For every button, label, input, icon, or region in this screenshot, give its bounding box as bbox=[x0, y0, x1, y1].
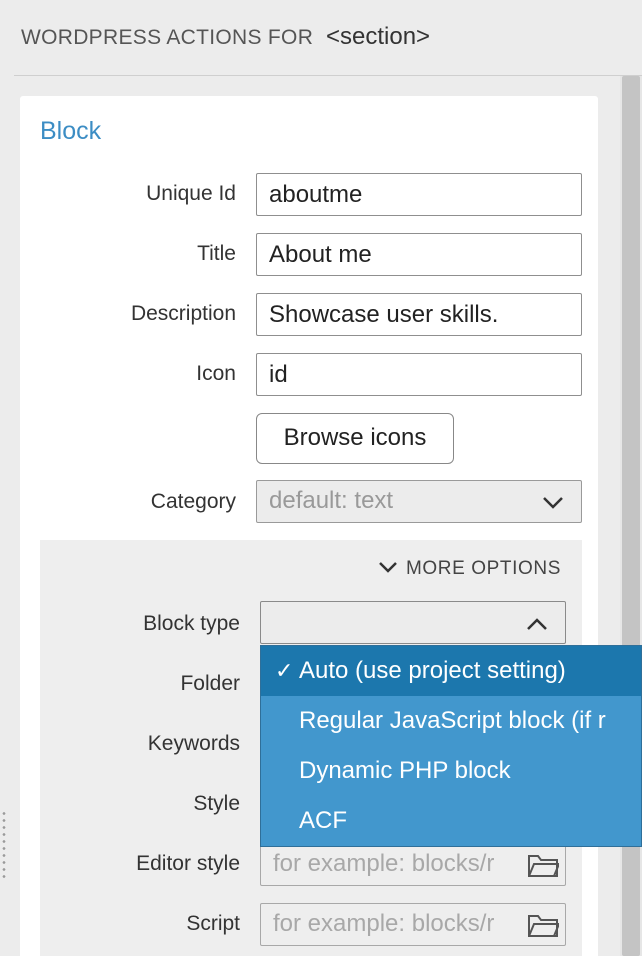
category-select-value: default: text bbox=[269, 487, 394, 514]
resize-grip-icon[interactable] bbox=[2, 810, 6, 880]
icon-label: Icon bbox=[196, 362, 236, 385]
script-label: Script bbox=[186, 912, 240, 935]
folder-icon[interactable] bbox=[527, 852, 559, 878]
category-label: Category bbox=[150, 490, 236, 513]
header-label: WORDPRESS ACTIONS FOR bbox=[21, 26, 314, 49]
header-element-name: <section> bbox=[326, 23, 431, 50]
menu-item-label: Dynamic PHP block bbox=[299, 757, 511, 784]
header-divider bbox=[14, 75, 642, 76]
more-options-label: MORE OPTIONS bbox=[406, 558, 561, 579]
category-select[interactable]: default: text bbox=[256, 480, 582, 523]
icon-input[interactable]: id bbox=[256, 353, 582, 396]
folder-label: Folder bbox=[180, 672, 240, 695]
block-type-option-auto[interactable]: ✓ Auto (use project setting) bbox=[261, 646, 641, 696]
block-type-select[interactable] bbox=[260, 601, 566, 644]
panel-header: WORDPRESS ACTIONS FOR <section> bbox=[0, 0, 642, 76]
wordpress-actions-panel: WORDPRESS ACTIONS FOR <section> Block Un… bbox=[0, 0, 642, 956]
unique-id-label: Unique Id bbox=[146, 182, 236, 205]
block-type-menu: ✓ Auto (use project setting) Regular Jav… bbox=[260, 645, 642, 847]
keywords-label: Keywords bbox=[147, 732, 240, 755]
block-card-title: Block bbox=[40, 117, 102, 145]
folder-icon[interactable] bbox=[527, 912, 559, 938]
script-placeholder: for example: blocks/r bbox=[273, 910, 495, 937]
block-type-option-regular-js[interactable]: Regular JavaScript block (if r bbox=[261, 696, 641, 746]
chevron-down-icon bbox=[543, 497, 563, 509]
block-type-option-acf[interactable]: ACF bbox=[261, 796, 641, 846]
block-type-label: Block type bbox=[143, 612, 240, 635]
chevron-up-icon bbox=[527, 618, 547, 630]
editor-style-label: Editor style bbox=[136, 852, 240, 875]
unique-id-input[interactable]: aboutme bbox=[256, 173, 582, 216]
menu-item-label: Regular JavaScript block (if r bbox=[299, 707, 606, 734]
checkmark-icon: ✓ bbox=[275, 658, 294, 683]
editor-style-placeholder: for example: blocks/r bbox=[273, 850, 495, 877]
description-input[interactable]: Showcase user skills. bbox=[256, 293, 582, 336]
editor-style-input[interactable]: for example: blocks/r bbox=[260, 843, 566, 886]
block-type-option-dynamic-php[interactable]: Dynamic PHP block bbox=[261, 746, 641, 796]
script-input[interactable]: for example: blocks/r bbox=[260, 903, 566, 946]
more-options-toggle[interactable]: MORE OPTIONS bbox=[378, 558, 561, 580]
description-label: Description bbox=[130, 302, 236, 325]
menu-item-label: Auto (use project setting) bbox=[299, 657, 566, 684]
title-input[interactable]: About me bbox=[256, 233, 582, 276]
browse-icons-button[interactable]: Browse icons bbox=[256, 413, 454, 464]
title-label: Title bbox=[197, 242, 236, 265]
chevron-down-icon bbox=[379, 562, 397, 573]
menu-item-label: ACF bbox=[299, 807, 347, 834]
style-label: Style bbox=[193, 792, 240, 815]
